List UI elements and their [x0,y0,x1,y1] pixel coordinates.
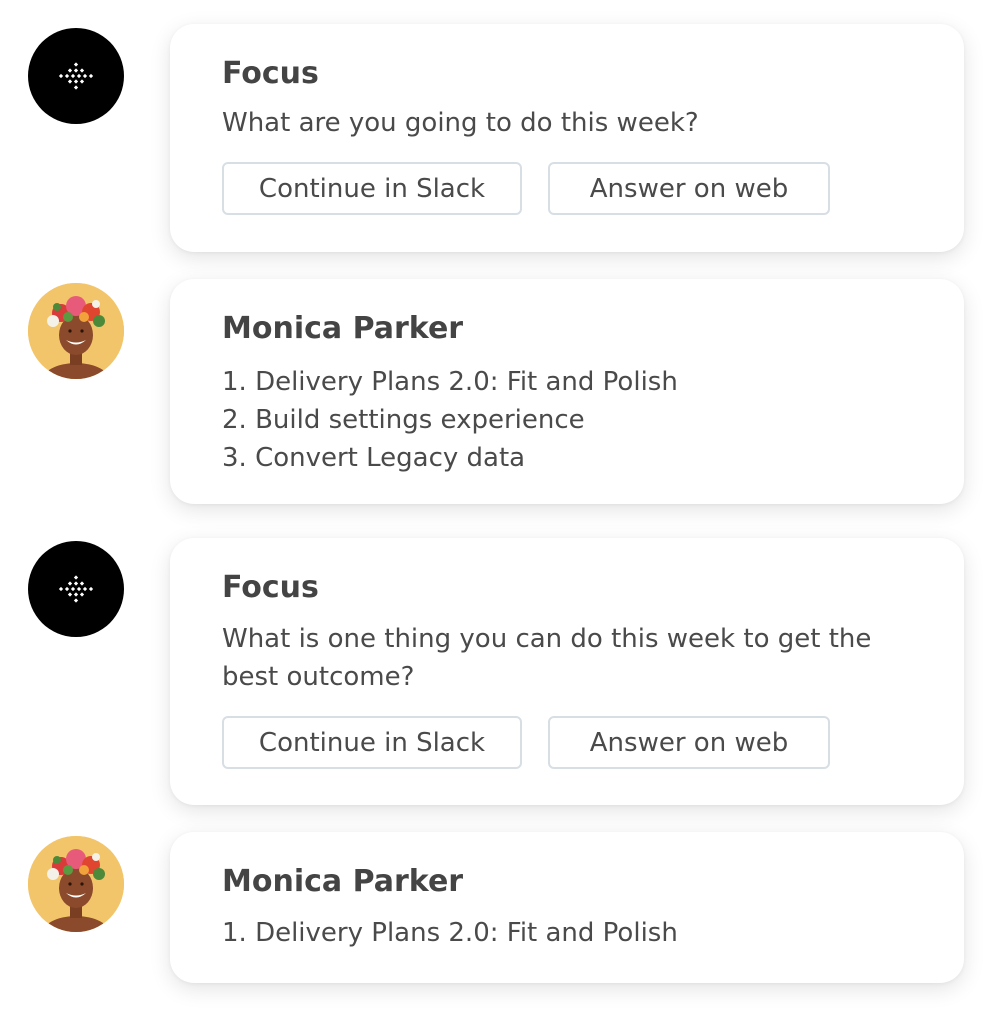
sender-name: Focus [222,570,319,605]
message-card: Focus What is one thing you can do this … [170,538,964,805]
continue-in-slack-button[interactable]: Continue in Slack [222,162,522,215]
monica-parker-avatar [28,283,124,379]
list-item: 2. Build settings experience [222,405,585,435]
sender-name: Focus [222,56,319,91]
answer-on-web-button[interactable]: Answer on web [548,716,830,769]
focus-bot-avatar [28,28,124,124]
focus-logo-icon [58,575,94,603]
priority-list: 1. Delivery Plans 2.0: Fit and Polish [222,914,924,952]
portrait-icon [28,283,124,379]
monica-parker-avatar [28,836,124,932]
focus-logo-icon [58,62,94,90]
list-item: 1. Delivery Plans 2.0: Fit and Polish [222,918,678,948]
message-card: Monica Parker 1. Delivery Plans 2.0: Fit… [170,279,964,504]
priority-list: 1. Delivery Plans 2.0: Fit and Polish 2.… [222,363,924,477]
list-item: 1. Delivery Plans 2.0: Fit and Polish [222,367,678,397]
list-item: 3. Convert Legacy data [222,443,526,473]
portrait-icon [28,836,124,932]
question-text: What are you going to do this week? [222,108,699,138]
sender-name: Monica Parker [222,311,464,346]
action-buttons: Continue in Slack Answer on web [222,162,924,215]
question-text: What is one thing you can do this week t… [222,624,872,692]
continue-in-slack-button[interactable]: Continue in Slack [222,716,522,769]
action-buttons: Continue in Slack Answer on web [222,716,924,769]
message-card: Monica Parker 1. Delivery Plans 2.0: Fit… [170,832,964,983]
focus-bot-avatar [28,541,124,637]
answer-on-web-button[interactable]: Answer on web [548,162,830,215]
sender-name: Monica Parker [222,864,464,899]
message-card: Focus What are you going to do this week… [170,24,964,252]
